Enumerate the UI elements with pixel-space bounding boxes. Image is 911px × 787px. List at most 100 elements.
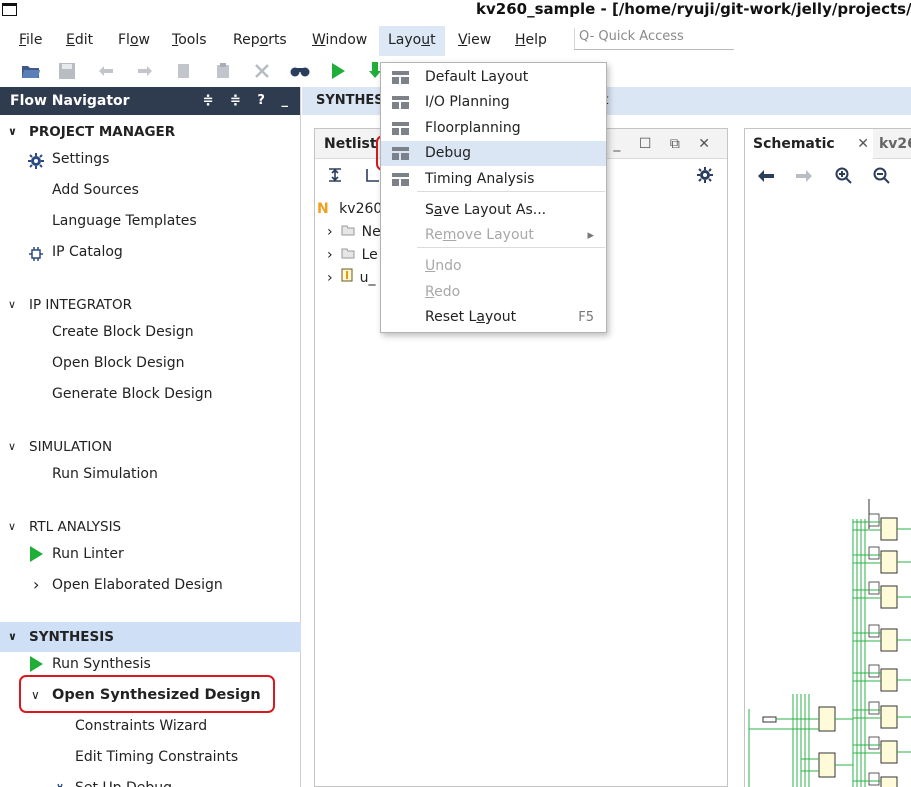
menu-reports[interactable]: Reports [224,26,296,56]
nav-section-rtl-analysis[interactable]: ∨ RTL ANALYSIS [0,512,301,542]
menu-help[interactable]: Help [506,26,556,56]
nav-section-ip-integrator[interactable]: ∨ IP INTEGRATOR [0,290,301,320]
menu-flow[interactable]: Flow [109,26,159,56]
submenu-arrow-icon: ▸ [587,228,594,243]
copy-icon[interactable] [173,60,195,82]
nav-item-run-simulation[interactable]: Run Simulation [0,460,300,488]
layout-icon [392,71,409,84]
nav-item-open-block-design[interactable]: Open Block Design [0,349,300,377]
gear-icon[interactable] [697,167,713,187]
open-project-icon[interactable] [20,60,42,82]
menu-item-i-o-planning[interactable]: I/O Planning [381,90,606,115]
menu-label-part: t [430,32,436,48]
menu-item-floorplanning[interactable]: Floorplanning [381,116,606,141]
menu-edit[interactable]: Edit [57,26,102,56]
layout-icon [392,122,409,135]
run-icon[interactable] [327,60,349,82]
schematic-buffer [868,736,880,750]
nav-section-project-manager[interactable]: ∨ PROJECT MANAGER [0,117,301,147]
nav-item-ip-catalog[interactable]: IP Catalog [0,238,300,266]
nav-section-simulation[interactable]: ∨ SIMULATION [0,432,301,462]
nav-item-edit-timing-constraints[interactable]: Edit Timing Constraints [0,743,300,771]
delete-icon[interactable] [251,60,273,82]
menu-item-debug[interactable]: Debug [381,141,606,166]
nav-item-constraints-wizard[interactable]: Constraints Wizard [0,712,300,740]
tree-node[interactable]: › u_ [327,267,375,289]
menu-label-part: Layo [388,32,422,48]
tree-root[interactable]: N kv260 [317,198,382,220]
chevron-right-icon: › [33,575,40,594]
menu-label-part: W [312,32,326,48]
menu-bar: File Edit Flow Tools Reports Window Layout View… [0,22,911,56]
window-title: kv260_sample - [/home/ryuji/git-work/jel… [476,0,911,18]
nav-item-label: Set Up Debug [75,774,172,787]
schematic-gate [818,706,836,732]
menu-item-label: Reset Layout [425,309,517,325]
tree-node[interactable]: › Le [327,244,378,266]
schematic-port [762,716,777,723]
menu-item-redo[interactable]: Redo [381,280,606,305]
nav-section-label: RTL ANALYSIS [29,519,122,535]
menu-item-remove-layout[interactable]: Remove Layout ▸ [381,223,606,248]
schematic-panel: Schematic ✕ kv26 [744,128,911,787]
save-icon[interactable] [56,60,78,82]
nav-item-run-synthesis[interactable]: Run Synthesis [0,650,300,678]
menu-label-part: H [515,32,526,48]
menu-label-part: Fl [118,32,130,48]
nav-item-run-linter[interactable]: Run Linter [0,540,300,568]
window-menu-icon[interactable] [2,3,17,16]
shortcut-label: F5 [578,310,594,325]
nav-item-settings[interactable]: Settings [0,145,300,173]
nav-item-create-block-design[interactable]: Create Block Design [0,318,300,346]
nav-item-label: Edit Timing Constraints [75,749,239,765]
menu-label-part: Rep [233,32,260,48]
menu-label-part: V [458,32,468,48]
menu-tools[interactable]: Tools [163,26,216,56]
nav-item-label: Run Linter [52,546,124,562]
nav-item-generate-block-design[interactable]: Generate Block Design [0,380,300,408]
paste-icon[interactable] [212,60,234,82]
nav-item-language-templates[interactable]: Language Templates [0,207,300,235]
binoculars-icon[interactable] [289,60,311,82]
menu-window[interactable]: Window [303,26,376,56]
menu-label-part: dit [74,32,94,48]
menu-item-undo[interactable]: Undo [381,254,606,279]
tree-node[interactable]: › Ne [327,221,381,243]
quick-access-search[interactable]: Q- Quick Access [574,28,734,50]
menu-item-label: Redo [425,284,461,300]
menu-item-default-layout[interactable]: Default Layout [381,65,606,90]
menu-item-timing-analysis[interactable]: Timing Analysis [381,167,606,192]
nav-item-label: Language Templates [52,213,197,229]
nav-item-label: IP Catalog [52,244,123,260]
tab-netlist[interactable]: Netlist [315,129,377,159]
tree-node-label: Le [361,247,378,263]
nav-item-add-sources[interactable]: Add Sources [0,176,300,204]
nav-section-label: SYNTHESIS [29,629,114,645]
chevron-right-icon[interactable]: › [327,247,333,263]
menu-label-part: ools [178,32,207,48]
redo-icon[interactable] [134,60,156,82]
schematic-canvas[interactable] [745,129,911,787]
menu-item-reset-layout[interactable]: Reset Layout F5 [381,305,606,330]
nav-item-set-up-debug[interactable]: Set Up Debug [0,774,300,787]
menu-view[interactable]: View [449,26,500,56]
menu-layout[interactable]: Layout [379,26,445,56]
nav-section-synthesis[interactable]: ∨ SYNTHESIS [0,622,301,652]
menu-label-part: ile [26,32,43,48]
collapse-all-icon[interactable] [327,167,343,187]
menu-item-label: Save Layout As... [425,202,547,218]
menu-label-part: o [129,32,139,48]
chevron-right-icon[interactable]: › [327,224,333,240]
nav-item-label: Create Block Design [52,324,194,340]
menu-item-save-layout-as[interactable]: Save Layout As... [381,198,606,223]
menu-label-part: o [259,32,269,48]
menu-label-part: E [66,32,75,48]
undo-icon[interactable] [95,60,117,82]
chevron-down-icon: ∨ [8,298,17,311]
nav-item-open-elaborated-design[interactable]: › Open Elaborated Design [0,571,300,599]
panel-controls[interactable]: ≑ ≑ ? _ [203,87,294,115]
menu-label-part: iew [467,32,492,48]
menu-file[interactable]: File [10,26,51,56]
chevron-right-icon[interactable]: › [327,270,333,286]
tree-node-label: u_ [359,270,376,286]
